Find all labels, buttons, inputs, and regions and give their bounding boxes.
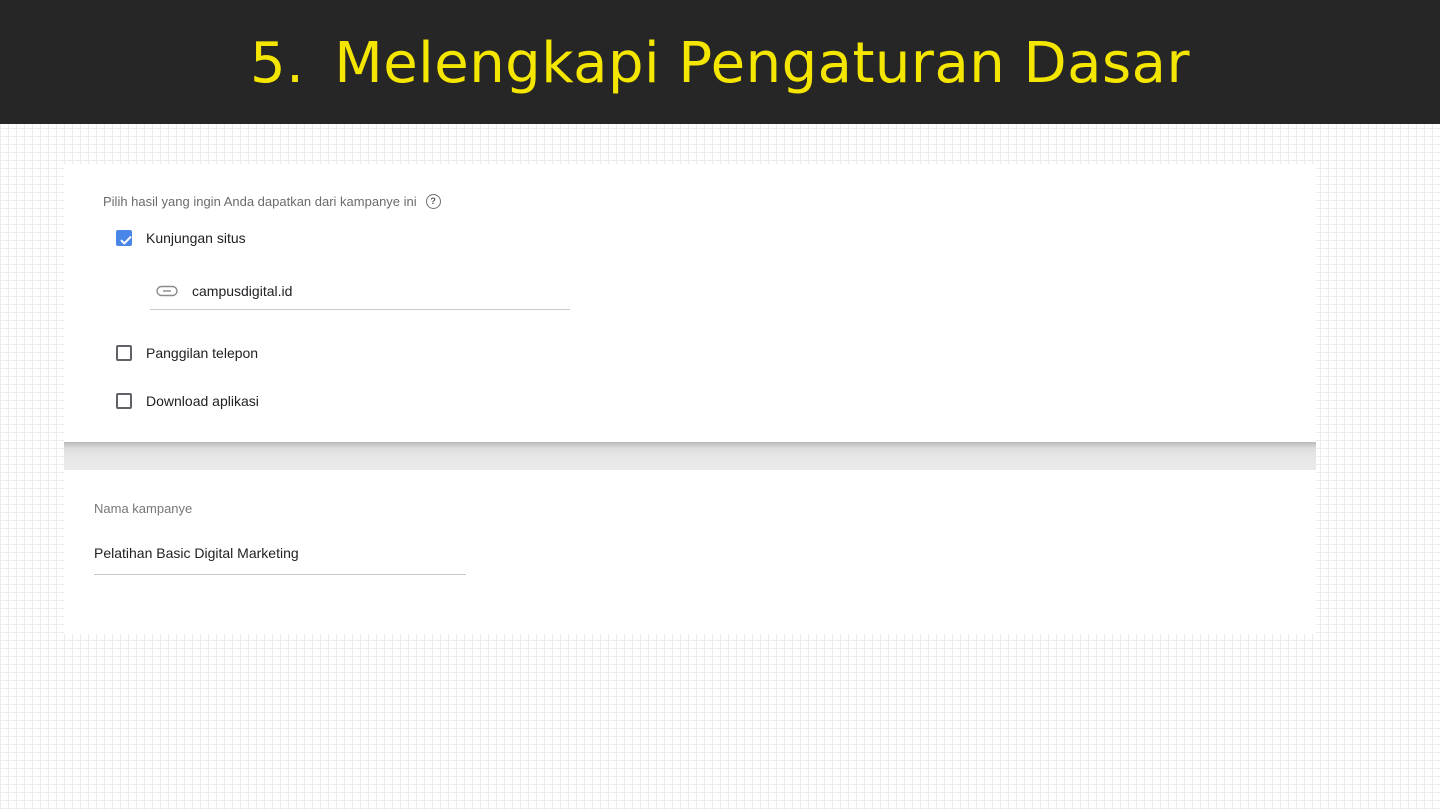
- section-divider: [64, 442, 1316, 470]
- slide-header: 5. Melengkapi Pengaturan Dasar: [0, 0, 1440, 124]
- slide-title: 5. Melengkapi Pengaturan Dasar: [250, 36, 1190, 92]
- option-label-download-aplikasi: Download aplikasi: [146, 393, 259, 409]
- website-url-field[interactable]: campusdigital.id: [150, 272, 570, 310]
- campaign-name-field[interactable]: Pelatihan Basic Digital Marketing: [94, 540, 466, 575]
- campaign-name-label: Nama kampanye: [94, 501, 193, 516]
- checkbox-panggilan-telepon[interactable]: [116, 345, 132, 361]
- option-label-kunjungan-situs: Kunjungan situs: [146, 230, 246, 246]
- checkbox-kunjungan-situs[interactable]: [116, 230, 132, 246]
- goals-question-text: Pilih hasil yang ingin Anda dapatkan dar…: [103, 194, 417, 209]
- goals-question: Pilih hasil yang ingin Anda dapatkan dar…: [103, 194, 441, 209]
- campaign-name-value: Pelatihan Basic Digital Marketing: [94, 545, 299, 561]
- help-circle-icon[interactable]: ?: [425, 194, 441, 209]
- website-url-value: campusdigital.id: [192, 282, 293, 299]
- slide-number: 5.: [249, 31, 305, 96]
- option-panggilan-telepon[interactable]: Panggilan telepon: [116, 345, 258, 361]
- option-download-aplikasi[interactable]: Download aplikasi: [116, 393, 259, 409]
- option-label-panggilan-telepon: Panggilan telepon: [146, 345, 259, 361]
- link-icon: [156, 285, 178, 297]
- checkbox-download-aplikasi[interactable]: [116, 393, 132, 409]
- slide-title-text: Melengkapi Pengaturan Dasar: [334, 31, 1191, 96]
- goals-panel: Pilih hasil yang ingin Anda dapatkan dar…: [64, 164, 1316, 442]
- checkmark-icon: [120, 235, 132, 245]
- campaign-panel: Nama kampanye Pelatihan Basic Digital Ma…: [64, 470, 1316, 634]
- option-kunjungan-situs[interactable]: Kunjungan situs: [116, 230, 246, 246]
